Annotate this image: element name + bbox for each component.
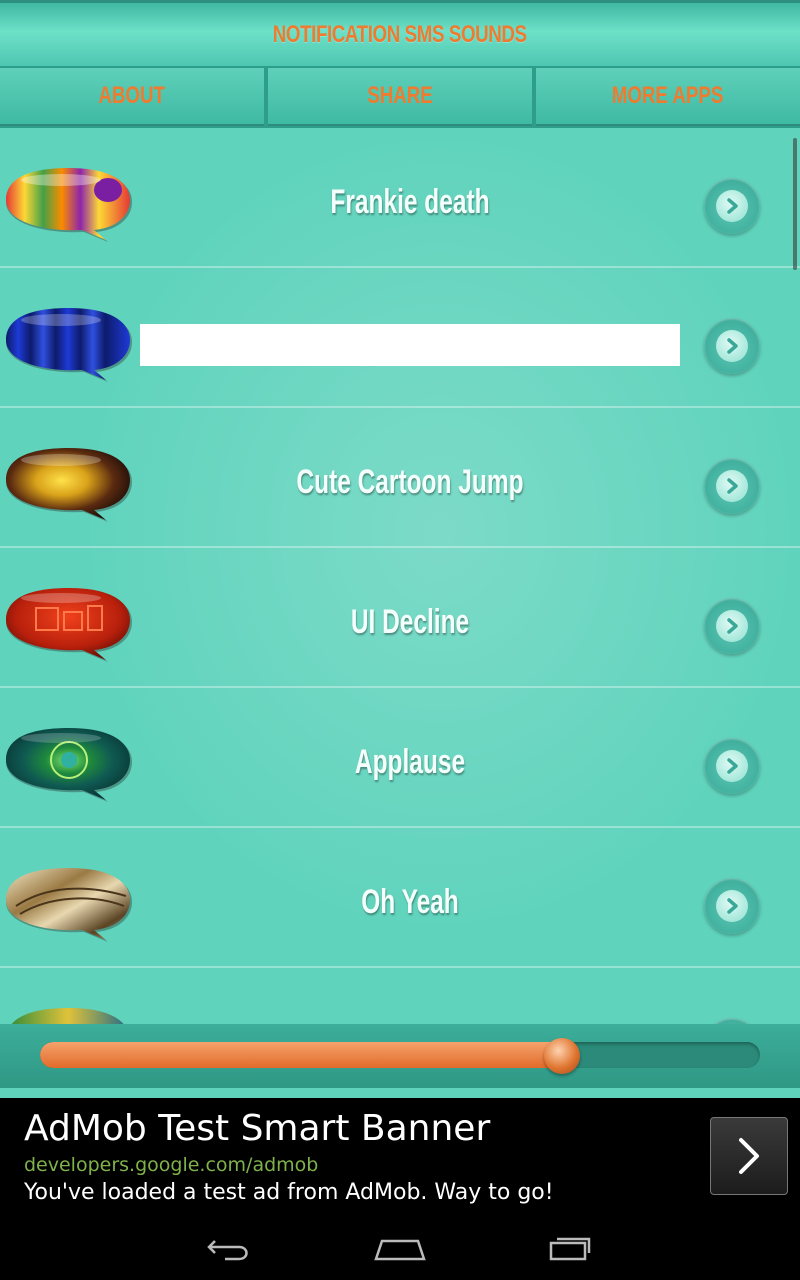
sound-item-frankie-death[interactable]: Frankie death — [0, 128, 800, 268]
chevron-right-icon — [716, 470, 748, 502]
ad-url[interactable]: developers.google.com/admob — [24, 1154, 318, 1176]
sound-label: Frankie death — [330, 182, 490, 221]
seek-track[interactable] — [40, 1042, 760, 1068]
sound-label: Cute Cartoon Jump — [296, 462, 524, 501]
gold-bubble-icon — [6, 868, 132, 942]
tab-more-apps-label: MORE APPS — [612, 82, 724, 109]
peacock-bubble-icon — [11, 1008, 124, 1024]
play-arrow-button[interactable] — [704, 878, 760, 934]
sound-list[interactable]: Frankie death Cute Cartoon Jump UI Decli… — [0, 128, 800, 1024]
chevron-right-icon — [716, 610, 748, 642]
ad-open-button[interactable] — [710, 1117, 788, 1195]
home-icon[interactable] — [370, 1230, 430, 1266]
tab-about-label: ABOUT — [98, 82, 166, 109]
chevron-right-icon — [716, 190, 748, 222]
ad-banner[interactable]: AdMob Test Smart Banner developers.googl… — [0, 1098, 800, 1216]
play-arrow-button[interactable] — [704, 178, 760, 234]
chevron-right-icon — [739, 1138, 759, 1174]
chevron-right-icon — [716, 750, 748, 782]
play-arrow-button[interactable] — [704, 738, 760, 794]
sound-item-blank[interactable] — [0, 268, 800, 408]
player-bar — [0, 1024, 800, 1088]
sound-item-ui-decline[interactable]: UI Decline — [0, 548, 800, 688]
fire-bubble-icon — [6, 448, 132, 522]
seek-thumb[interactable] — [544, 1038, 580, 1074]
app-title-bar: NOTIFICATION SMS SOUNDS — [0, 0, 800, 66]
play-arrow-button[interactable] — [704, 598, 760, 654]
red-bubble-icon — [6, 588, 132, 662]
rainbow-bubble-icon — [6, 168, 132, 242]
sound-item-cute-cartoon-jump[interactable]: Cute Cartoon Jump — [0, 408, 800, 548]
back-icon[interactable] — [200, 1230, 260, 1266]
sound-label: UI Decline — [350, 602, 470, 641]
list-scrollbar[interactable] — [793, 138, 797, 270]
tab-about[interactable]: ABOUT — [0, 68, 264, 126]
blue-bubble-icon — [6, 308, 132, 382]
chevron-right-icon — [716, 890, 748, 922]
app-title: NOTIFICATION SMS SOUNDS — [273, 20, 527, 48]
sound-item-partial[interactable] — [0, 968, 800, 1024]
tab-share-label: SHARE — [367, 82, 433, 109]
sound-label: Applause — [354, 742, 466, 781]
sound-label — [140, 324, 680, 366]
mandala-bubble-icon — [6, 728, 132, 802]
play-arrow-button[interactable] — [704, 458, 760, 514]
top-tabs: ABOUT SHARE MORE APPS — [0, 66, 800, 128]
ad-text: You've loaded a test ad from AdMob. Way … — [24, 1180, 554, 1205]
tab-share[interactable]: SHARE — [268, 68, 532, 126]
sound-item-applause[interactable]: Applause — [0, 688, 800, 828]
ad-title: AdMob Test Smart Banner — [24, 1108, 491, 1149]
system-navbar — [0, 1216, 800, 1280]
recents-icon[interactable] — [540, 1230, 600, 1266]
tab-more-apps[interactable]: MORE APPS — [536, 68, 800, 126]
play-arrow-button[interactable] — [704, 318, 760, 374]
seek-progress — [40, 1042, 562, 1068]
sound-label: Oh Yeah — [361, 882, 459, 921]
sound-item-oh-yeah[interactable]: Oh Yeah — [0, 828, 800, 968]
chevron-right-icon — [716, 330, 748, 362]
